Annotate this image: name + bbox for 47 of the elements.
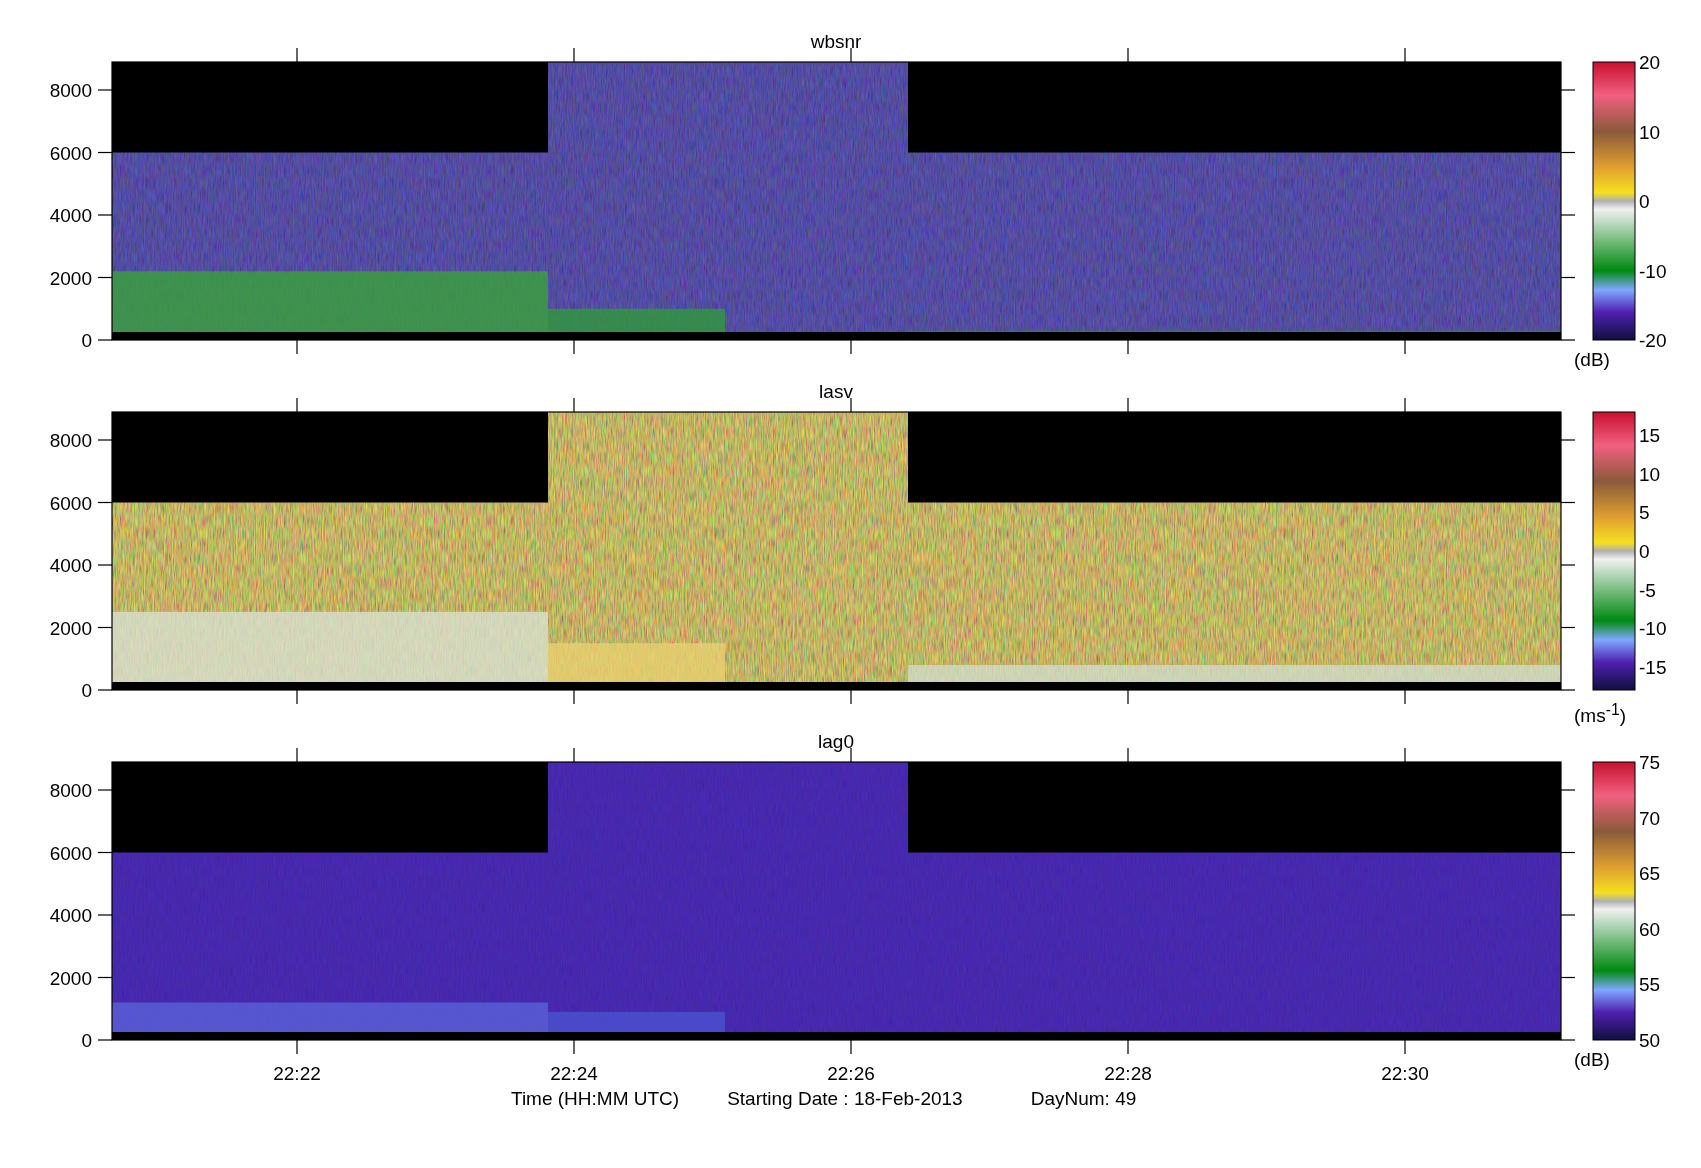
colorbar-label: 50 <box>1639 1030 1661 1051</box>
axis-tick-label: 4000 <box>49 555 92 576</box>
unit-label: (dB) <box>1574 1048 1610 1072</box>
axis-tick-label: 4000 <box>49 205 92 226</box>
panel-title: lasv <box>819 381 853 402</box>
colorbar-label: -10 <box>1639 618 1667 640</box>
colorbar-label: 65 <box>1639 863 1661 885</box>
unit-label: (ms$^{-1}$) <box>1574 700 1627 729</box>
start-date: Starting Date : 18-Feb-2013 <box>727 1087 963 1111</box>
axis-tick-label: 8000 <box>49 80 92 101</box>
axis-tick-label: 22:26 <box>827 1063 875 1084</box>
axis-tick-label: 0 <box>81 680 92 701</box>
unit-label: (dB) <box>1574 348 1610 372</box>
colorbar-label: 0 <box>1639 541 1650 562</box>
colorbar-label: -20 <box>1639 330 1667 351</box>
colorbar-label: 10 <box>1639 121 1661 143</box>
colorbar-label: -15 <box>1639 656 1667 678</box>
axis-tick-label: 0 <box>81 330 92 351</box>
colorbar-label: 70 <box>1639 807 1661 829</box>
axis-tick-label: 22:22 <box>273 1063 321 1084</box>
panel-title: wbsnr <box>810 31 862 52</box>
colorbar-label: 75 <box>1639 752 1661 773</box>
axis-tick-label: 8000 <box>49 780 92 801</box>
panel-title: lag0 <box>818 731 854 752</box>
day-number: DayNum: 49 <box>1030 1087 1137 1111</box>
axis-tick-label: 0 <box>81 1030 92 1051</box>
colorbar-label: 0 <box>1639 191 1650 212</box>
axis-tick-label: 6000 <box>49 142 92 164</box>
axis-tick-label: 6000 <box>49 842 92 864</box>
axis-tick-label: 22:24 <box>550 1063 598 1084</box>
axis-title: Time (HH:MM UTC) <box>511 1087 680 1111</box>
axis-tick-label: 2000 <box>49 617 92 639</box>
axis-tick-label: 4000 <box>49 905 92 926</box>
axis-tick-label: 22:30 <box>1381 1063 1429 1084</box>
axis-tick-label: 8000 <box>49 430 92 451</box>
colorbar-label: 55 <box>1639 974 1661 996</box>
colorbar-label: 20 <box>1639 52 1661 73</box>
colorbar-label: -10 <box>1639 260 1667 282</box>
axis-tick-label: 2000 <box>49 967 92 989</box>
axis-tick-label: 22:28 <box>1104 1063 1152 1084</box>
axis-tick-label: 6000 <box>49 492 92 514</box>
colorbar-label: -5 <box>1639 579 1656 601</box>
axis-tick-label: 2000 <box>49 267 92 289</box>
colorbar-label: 60 <box>1639 918 1661 940</box>
colorbar-label: 10 <box>1639 463 1661 485</box>
colorbar-label: 5 <box>1639 502 1650 524</box>
colorbar-label: 15 <box>1639 425 1661 447</box>
